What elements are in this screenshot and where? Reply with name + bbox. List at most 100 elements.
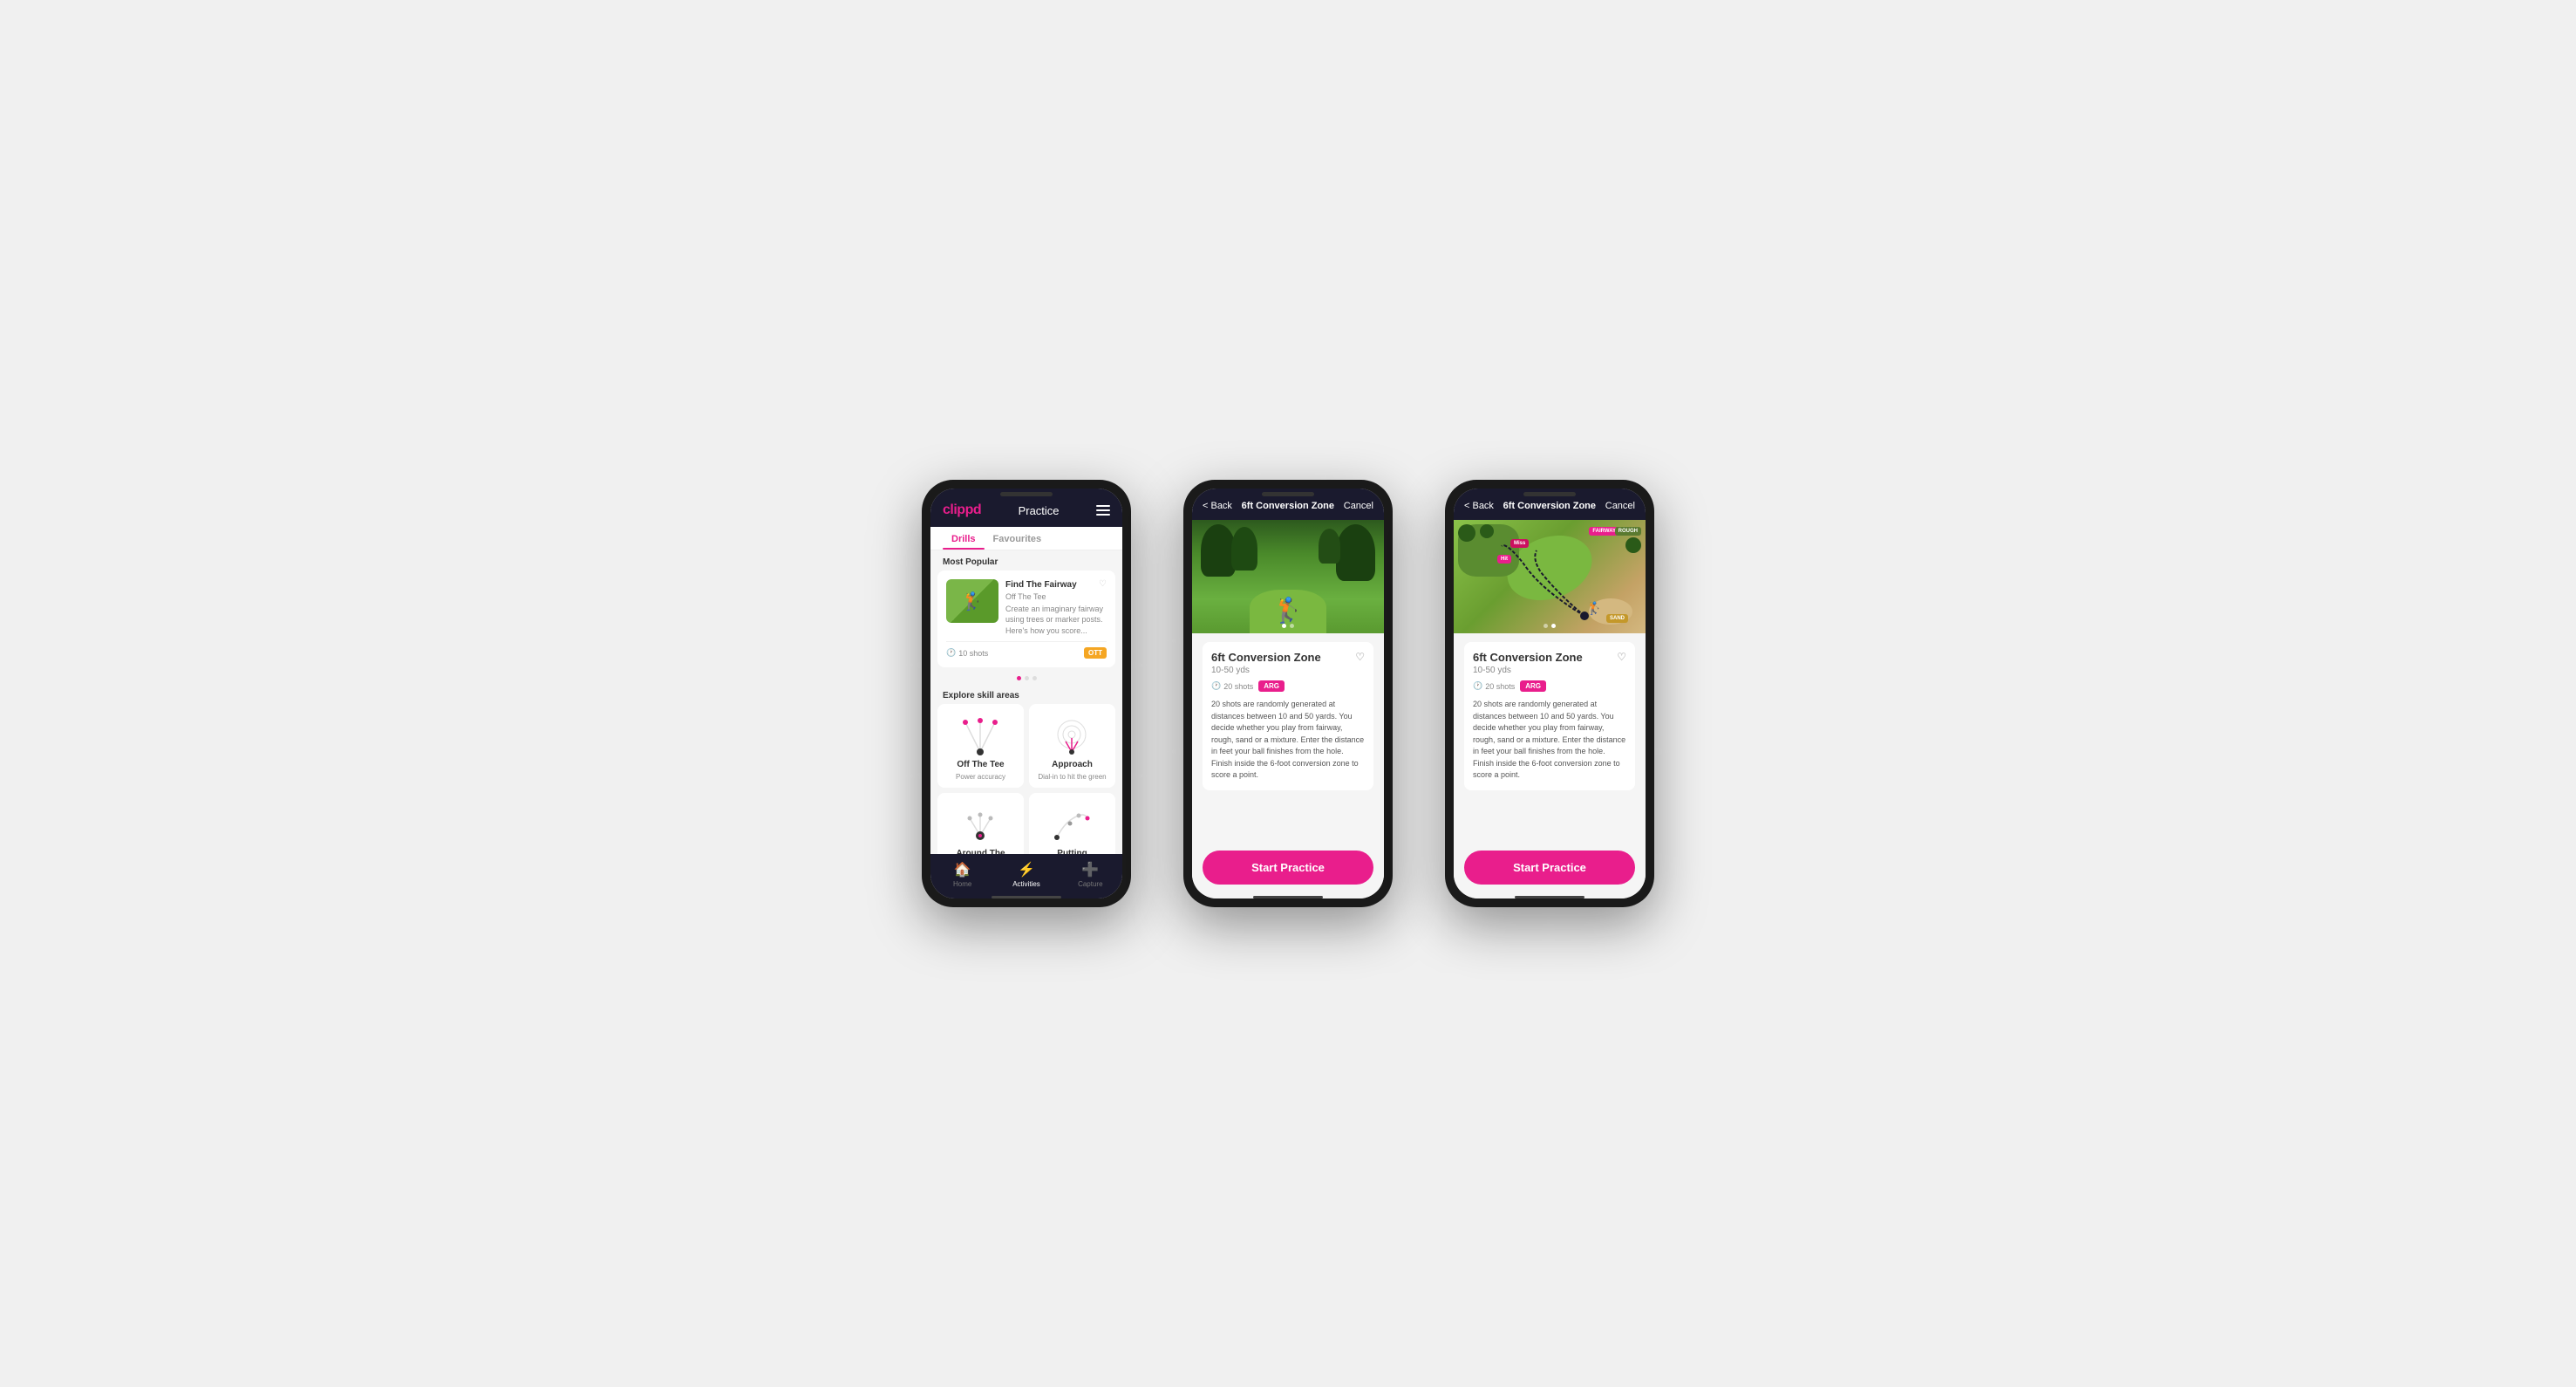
drill-detail-name-3: 6ft Conversion Zone ♡ [1473, 651, 1626, 664]
header-title: Practice [1019, 504, 1060, 517]
drill-photo: 🏌️ [1192, 520, 1384, 633]
drill-map: FAIRWAY ROUGH Hit Miss SAND 🏌️ [1454, 520, 1646, 633]
cancel-button-3[interactable]: Cancel [1605, 501, 1635, 511]
drill-tag-badge: ARG [1258, 680, 1285, 692]
image-dots [1282, 624, 1294, 628]
phone-3-screen: < Back 6ft Conversion Zone Cancel [1454, 489, 1646, 898]
phone2-bottom: Start Practice [1192, 837, 1384, 898]
detail-title: 6ft Conversion Zone [1242, 501, 1334, 511]
img-dot-1 [1282, 624, 1286, 628]
ott-desc: Power accuracy [956, 773, 1005, 781]
fav-icon[interactable]: ♡ [1355, 651, 1365, 663]
bottom-nav: 🏠 Home ⚡ Activities ➕ Capture [930, 854, 1122, 898]
phone-1-screen: clippd Practice Drills Favourites Most P… [930, 489, 1122, 898]
phone1-header: clippd Practice [930, 489, 1122, 527]
drill-detail-name: 6ft Conversion Zone ♡ [1211, 651, 1365, 664]
drill-meta-3: 20 shots ARG [1473, 680, 1626, 692]
tab-drills[interactable]: Drills [943, 527, 985, 550]
ott-name: Off The Tee [957, 760, 1004, 769]
sand-map-label: SAND [1606, 614, 1628, 623]
img-dot-2 [1290, 624, 1294, 628]
drill-tag: OTT [1084, 647, 1107, 659]
phone2-content: 6ft Conversion Zone ♡ 10-50 yds 20 shots… [1192, 633, 1384, 837]
approach-name: Approach [1052, 760, 1093, 769]
skill-putting[interactable]: Putting Make and lag practice [1029, 793, 1115, 854]
shots-info-3: 20 shots [1473, 681, 1515, 691]
drill-name: Find The Fairway [1005, 579, 1107, 591]
phone3-bottom: Start Practice [1454, 837, 1646, 898]
most-popular-label: Most Popular [930, 550, 1122, 571]
back-button[interactable]: < Back [1203, 501, 1232, 511]
clock-icon-3 [1473, 681, 1482, 691]
home-icon: 🏠 [954, 861, 971, 878]
drill-meta: 20 shots ARG [1211, 680, 1365, 692]
tree-4 [1319, 529, 1340, 564]
golf-photo-bg: 🏌️ [1192, 520, 1384, 633]
tree-1 [1201, 524, 1236, 577]
drill-sub: Off The Tee [1005, 591, 1107, 603]
img-dot-3-1 [1544, 624, 1548, 628]
hit-label: Hit [1497, 555, 1511, 564]
detail-title-3: 6ft Conversion Zone [1503, 501, 1596, 511]
featured-drill-card[interactable]: 🏌️ Find The Fairway Off The Tee Create a… [937, 571, 1115, 667]
activities-label: Activities [1012, 880, 1040, 888]
tab-favourites[interactable]: Favourites [985, 527, 1051, 550]
phone-2: < Back 6ft Conversion Zone Cancel [1183, 480, 1393, 907]
drill-description-3: 20 shots are randomly generated at dista… [1473, 699, 1626, 782]
start-practice-button[interactable]: Start Practice [1203, 851, 1373, 885]
nav-home[interactable]: 🏠 Home [930, 861, 994, 888]
skill-grid: Off The Tee Power accuracy [930, 704, 1122, 854]
drill-detail-header: 6ft Conversion Zone ♡ 10-50 yds 20 shots… [1203, 642, 1373, 790]
drill-thumb-bg: 🏌️ [946, 579, 998, 623]
image-dots-3 [1544, 624, 1556, 628]
shots-info: 20 shots [1211, 681, 1253, 691]
drill-info: Find The Fairway Off The Tee Create an i… [1005, 579, 1107, 636]
phone1-content: Most Popular 🏌️ Find The Fairway Off The… [930, 550, 1122, 854]
shots-count: 10 shots [946, 648, 988, 658]
phones-container: clippd Practice Drills Favourites Most P… [922, 480, 1654, 907]
img-dot-3-2 [1551, 624, 1556, 628]
drill-description: Create an imaginary fairway using trees … [1005, 604, 1107, 637]
golfer: 🏌️ [1273, 596, 1304, 625]
favourite-icon[interactable]: ♡ [1099, 579, 1107, 589]
phone3-header: < Back 6ft Conversion Zone Cancel [1454, 489, 1646, 520]
drill-card-inner: 🏌️ Find The Fairway Off The Tee Create a… [946, 579, 1107, 636]
capture-icon: ➕ [1081, 861, 1099, 878]
tree-2 [1231, 527, 1257, 571]
putting-diagram [1046, 802, 1099, 845]
back-button-3[interactable]: < Back [1464, 501, 1494, 511]
drill-detail-header-3: 6ft Conversion Zone ♡ 10-50 yds 20 shots… [1464, 642, 1635, 790]
miss-label: Miss [1510, 539, 1529, 548]
phone2-header: < Back 6ft Conversion Zone Cancel [1192, 489, 1384, 520]
skill-around-the-green[interactable]: Around The Green Hone your short game [937, 793, 1024, 854]
dot-1 [1017, 676, 1021, 680]
carousel-dots [930, 673, 1122, 684]
app-logo: clippd [943, 502, 981, 518]
drill-description: 20 shots are randomly generated at dista… [1211, 699, 1365, 782]
approach-desc: Dial-in to hit the green [1038, 773, 1106, 781]
golf-map-bg: FAIRWAY ROUGH Hit Miss SAND 🏌️ [1454, 520, 1646, 633]
fav-icon-3[interactable]: ♡ [1617, 651, 1626, 663]
tabs-bar: Drills Favourites [930, 527, 1122, 550]
nav-capture[interactable]: ➕ Capture [1059, 861, 1122, 888]
home-label: Home [953, 880, 971, 888]
drill-footer: 10 shots OTT [946, 641, 1107, 659]
cancel-button[interactable]: Cancel [1344, 501, 1373, 511]
drill-thumbnail: 🏌️ [946, 579, 998, 623]
phone-3: < Back 6ft Conversion Zone Cancel [1445, 480, 1654, 907]
skill-off-the-tee[interactable]: Off The Tee Power accuracy [937, 704, 1024, 788]
skill-approach[interactable]: Approach Dial-in to hit the green [1029, 704, 1115, 788]
phone-2-screen: < Back 6ft Conversion Zone Cancel [1192, 489, 1384, 898]
nav-activities[interactable]: ⚡ Activities [994, 861, 1058, 888]
menu-icon[interactable] [1096, 505, 1110, 516]
start-practice-button-3[interactable]: Start Practice [1464, 851, 1635, 885]
clock-icon-2 [1211, 681, 1221, 691]
activities-icon: ⚡ [1018, 861, 1035, 878]
phone-1: clippd Practice Drills Favourites Most P… [922, 480, 1131, 907]
atg-diagram [955, 802, 1007, 845]
capture-label: Capture [1078, 880, 1102, 888]
dot-3 [1032, 676, 1037, 680]
rough-map-label: ROUGH [1615, 527, 1641, 536]
drill-yardage-3: 10-50 yds [1473, 666, 1626, 675]
phone3-content: 6ft Conversion Zone ♡ 10-50 yds 20 shots… [1454, 633, 1646, 837]
